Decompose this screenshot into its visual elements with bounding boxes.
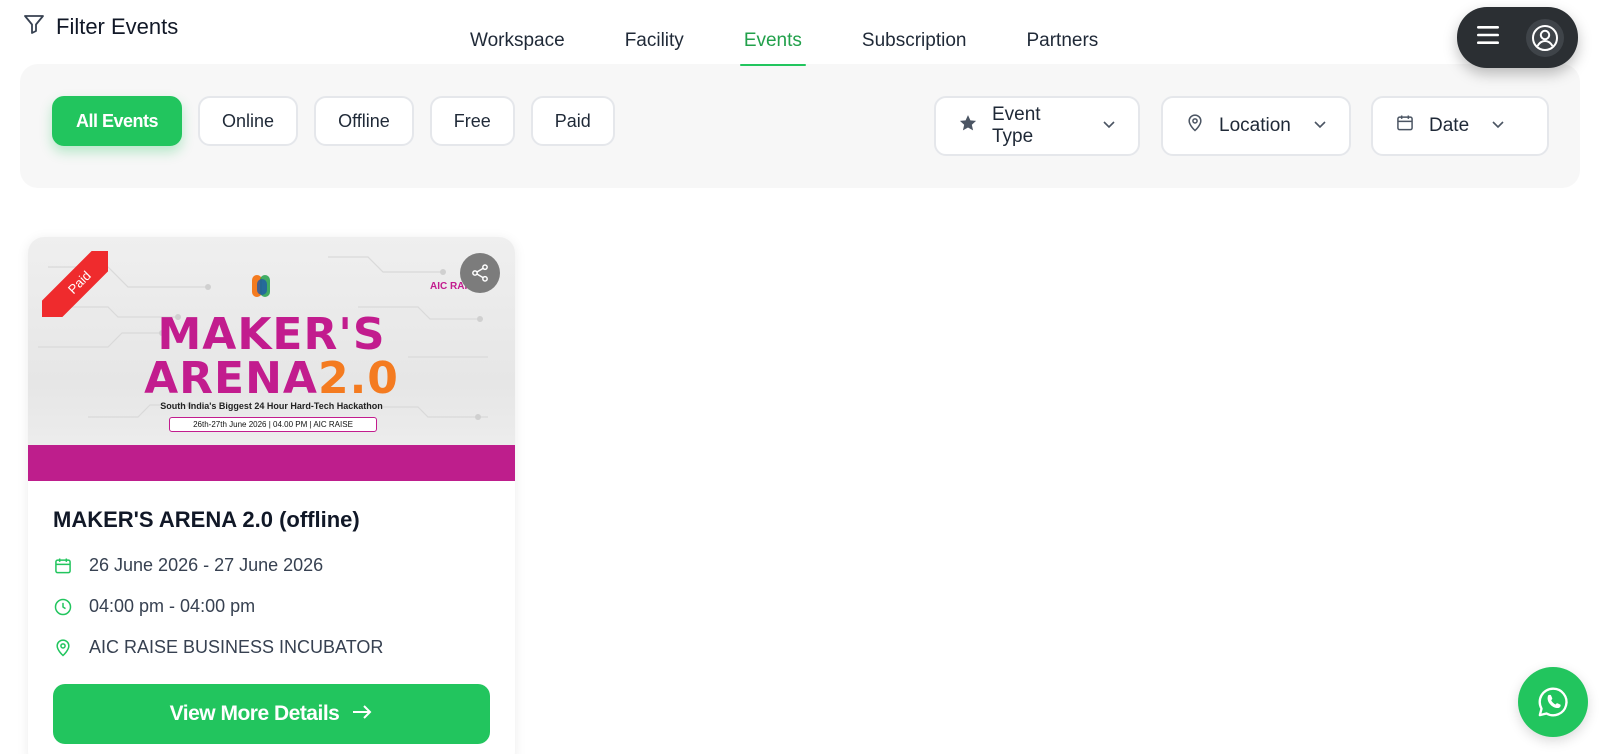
event-time-row: 04:00 pm - 04:00 pm: [53, 596, 490, 617]
location-dropdown[interactable]: Location: [1161, 96, 1351, 156]
event-location: AIC RAISE BUSINESS INCUBATOR: [89, 637, 384, 657]
poster-arena-text: ARENA: [144, 353, 318, 404]
location-label: Location: [1219, 115, 1291, 136]
poster-title-line2: ARENA2.0: [28, 353, 515, 404]
chip-paid[interactable]: Paid: [530, 96, 615, 146]
account-menu[interactable]: [1457, 7, 1578, 68]
whatsapp-icon: [1538, 687, 1568, 717]
cta-label: View More Details: [169, 702, 340, 725]
poster-info-bar: 26th-27th June 2026 | 04.00 PM | AIC RAI…: [169, 417, 377, 432]
nav-facility[interactable]: Facility: [625, 22, 684, 66]
chip-free[interactable]: Free: [429, 96, 515, 146]
event-card: AIC RAISE MAKER'S ARENA2.0 South India's…: [28, 237, 515, 754]
hamburger-icon[interactable]: [1477, 26, 1499, 49]
share-icon: [472, 264, 488, 282]
filter-icon: [22, 12, 46, 36]
chip-online[interactable]: Online: [198, 96, 299, 146]
poster-subtitle: South India's Biggest 24 Hour Hard-Tech …: [160, 401, 383, 411]
main-nav: Workspace Facility Events Subscription P…: [440, 22, 1128, 66]
nav-subscription[interactable]: Subscription: [862, 22, 967, 66]
chevron-down-icon: [1491, 115, 1505, 137]
map-pin-icon: [53, 638, 73, 658]
map-pin-icon: [1185, 113, 1205, 139]
whatsapp-chat-button[interactable]: [1518, 667, 1588, 737]
event-filter-chips: All Events Online Offline Free Paid: [52, 96, 615, 146]
event-title: MAKER'S ARENA 2.0 (offline): [53, 507, 360, 532]
paid-badge: Paid: [42, 251, 108, 317]
date-label: Date: [1429, 115, 1470, 136]
date-dropdown[interactable]: Date: [1371, 96, 1549, 156]
filter-title-text: Filter Events: [56, 14, 179, 36]
event-poster-image: AIC RAISE MAKER'S ARENA2.0 South India's…: [28, 237, 515, 481]
event-time: 04:00 pm - 04:00 pm: [89, 596, 256, 616]
nav-events[interactable]: Events: [739, 22, 807, 66]
chevron-down-icon: [1102, 115, 1116, 137]
chip-offline[interactable]: Offline: [314, 96, 414, 146]
event-type-label: Event Type: [992, 104, 1041, 147]
nav-partners[interactable]: Partners: [1026, 22, 1098, 66]
arrow-right-icon: [351, 702, 373, 726]
share-button[interactable]: [460, 253, 500, 293]
paid-ribbon: Paid: [42, 251, 108, 317]
clock-icon: [53, 597, 73, 617]
user-avatar-icon[interactable]: [1526, 18, 1564, 57]
startup-hub-logo: [246, 271, 282, 303]
event-date: 26 June 2026 - 27 June 2026: [89, 555, 324, 575]
chip-all-events[interactable]: All Events: [52, 96, 183, 146]
poster-version-text: 2.0: [317, 353, 399, 404]
nav-workspace[interactable]: Workspace: [470, 22, 565, 66]
event-date-row: 26 June 2026 - 27 June 2026: [53, 555, 490, 576]
calendar-icon: [53, 556, 73, 576]
chevron-down-icon: [1313, 115, 1327, 137]
calendar-icon: [1395, 113, 1415, 139]
view-more-details-button[interactable]: View More Details: [53, 684, 490, 744]
event-type-dropdown[interactable]: Event Type: [934, 96, 1140, 156]
star-icon: [958, 113, 978, 139]
poster-bottom-strip: [28, 445, 515, 481]
filter-events-heading: Filter Events: [22, 12, 178, 36]
event-location-row: AIC RAISE BUSINESS INCUBATOR: [53, 637, 490, 658]
